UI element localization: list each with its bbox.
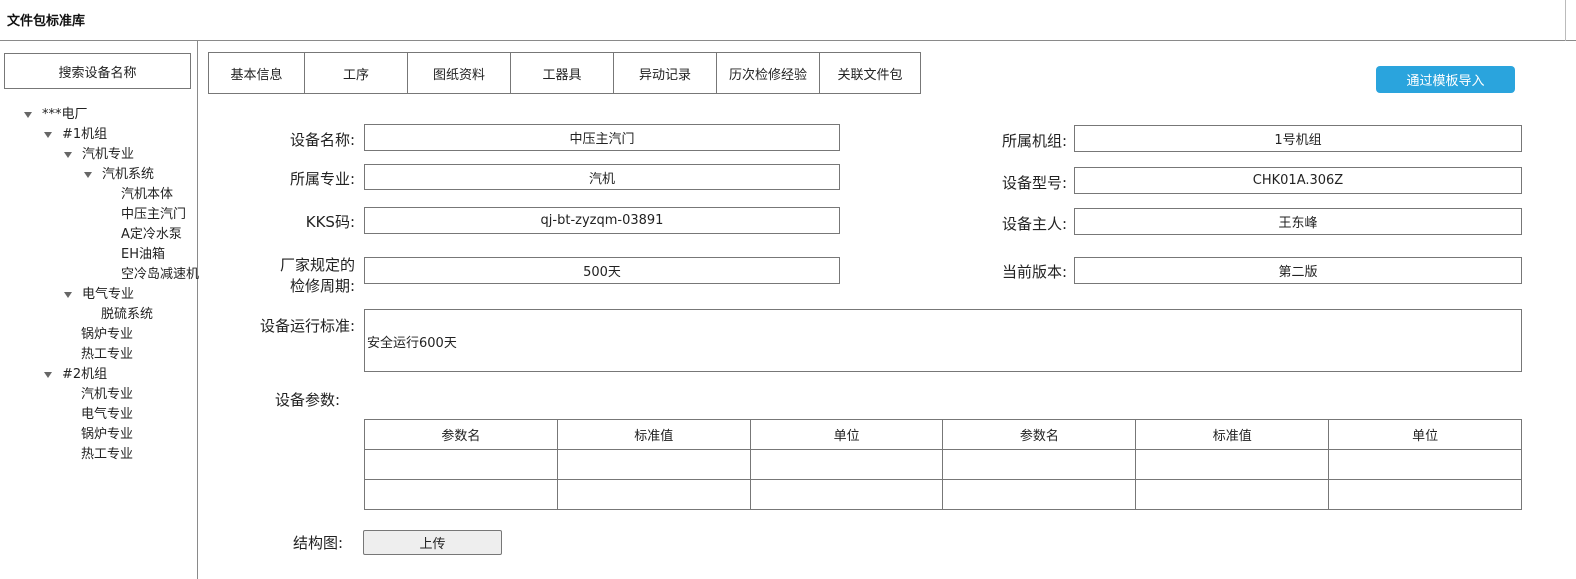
param-name-header: 参数名 — [942, 419, 1137, 450]
standard-label: 设备运行标准: — [259, 317, 355, 335]
upload-button[interactable]: 上传 — [363, 530, 502, 555]
version-label: 当前版本: — [1001, 263, 1067, 281]
table-cell[interactable] — [749, 479, 944, 510]
table-cell[interactable] — [1135, 479, 1330, 510]
tree-node-label: #2机组 — [62, 367, 108, 382]
cycle-label-line1: 厂家规定的 — [279, 256, 355, 274]
table-row — [364, 479, 1522, 510]
caret-down-icon[interactable] — [44, 132, 52, 138]
tab-related-packages[interactable]: 关联文件包 — [819, 52, 921, 94]
specialty-field[interactable]: 汽机 — [364, 164, 840, 190]
param-name-header: 参数名 — [364, 419, 558, 450]
device-name-field[interactable]: 中压主汽门 — [364, 124, 840, 151]
kks-label: KKS码: — [305, 213, 355, 231]
table-cell[interactable] — [1328, 449, 1522, 480]
tree-node-label: #1机组 — [62, 127, 108, 142]
tree-node-electrical-specialty[interactable]: 电气专业 — [64, 285, 134, 305]
version-field[interactable]: 第二版 — [1074, 257, 1522, 284]
model-label: 设备型号: — [1001, 174, 1067, 192]
table-cell[interactable] — [556, 449, 751, 480]
structure-label: 结构图: — [292, 534, 343, 552]
caret-down-icon[interactable] — [64, 292, 72, 298]
standard-value-header: 标准值 — [1135, 419, 1330, 450]
table-cell[interactable] — [364, 479, 558, 510]
caret-down-icon[interactable] — [84, 172, 92, 178]
tree-node-turbine-specialty[interactable]: 汽机专业 — [64, 145, 134, 165]
table-cell[interactable] — [749, 449, 944, 480]
tree-node-label: ***电厂 — [42, 107, 88, 122]
maintenance-cycle-field[interactable]: 500天 — [364, 257, 840, 284]
tree-leaf[interactable]: 锅炉专业 — [81, 425, 133, 445]
tab-maintenance-history[interactable]: 历次检修经验 — [716, 52, 820, 94]
model-field[interactable]: CHK01A.306Z — [1074, 167, 1522, 194]
tree-node-label: 汽机系统 — [102, 167, 155, 182]
tree-leaf[interactable]: 汽机专业 — [81, 385, 133, 405]
table-cell[interactable] — [1135, 449, 1330, 480]
import-from-template-button[interactable]: 通过模板导入 — [1376, 66, 1515, 93]
tab-drawings[interactable]: 图纸资料 — [407, 52, 511, 94]
search-input[interactable]: 搜索设备名称 — [4, 53, 191, 89]
owner-field[interactable]: 王东峰 — [1074, 208, 1522, 235]
tree-leaf[interactable]: A定冷水泵 — [121, 225, 182, 245]
device-name-label: 设备名称: — [289, 131, 355, 149]
tree-leaf[interactable]: EH油箱 — [121, 245, 165, 265]
tree-leaf[interactable]: 汽机本体 — [121, 185, 173, 205]
tab-tools[interactable]: 工器具 — [510, 52, 614, 94]
owner-label: 设备主人: — [1001, 215, 1067, 233]
tree-node-label: 电气专业 — [82, 287, 135, 302]
tree-leaf[interactable]: 脱硫系统 — [101, 305, 153, 325]
unit-label: 所属机组: — [1001, 132, 1067, 150]
specialty-label: 所属专业: — [289, 170, 355, 188]
caret-down-icon[interactable] — [24, 112, 32, 118]
caret-down-icon[interactable] — [64, 152, 72, 158]
cycle-label-line2: 检修周期: — [289, 277, 355, 295]
table-cell[interactable] — [556, 479, 751, 510]
tab-procedure[interactable]: 工序 — [304, 52, 408, 94]
tab-change-log[interactable]: 异动记录 — [613, 52, 717, 94]
table-cell[interactable] — [364, 449, 558, 480]
tree-leaf[interactable]: 热工专业 — [81, 445, 133, 465]
caret-down-icon[interactable] — [44, 372, 52, 378]
params-label: 设备参数: — [274, 391, 340, 409]
tree-node-plant[interactable]: ***电厂 — [24, 105, 88, 125]
window-edge — [1565, 0, 1566, 41]
sidebar: 搜索设备名称 ***电厂 #1机组 汽机专业 汽机系统 汽机本体 中压主汽门 A… — [0, 41, 199, 579]
table-cell[interactable] — [942, 479, 1137, 510]
tree-leaf[interactable]: 电气专业 — [81, 405, 133, 425]
table-cell[interactable] — [942, 449, 1137, 480]
title-bar: 文件包标准库 — [0, 0, 1576, 41]
tree-node-turbine-system[interactable]: 汽机系统 — [84, 165, 154, 185]
tree-leaf[interactable]: 热工专业 — [81, 345, 133, 365]
tree-node-unit-2[interactable]: #2机组 — [44, 365, 107, 385]
standard-value-header: 标准值 — [556, 419, 751, 450]
tab-bar: 基本信息 工序 图纸资料 工器具 异动记录 历次检修经验 关联文件包 — [208, 52, 921, 94]
tree-leaf[interactable]: 中压主汽门 — [121, 205, 186, 225]
standard-textarea[interactable]: 安全运行600天 — [364, 309, 1522, 372]
unit-header: 单位 — [1328, 419, 1522, 450]
kks-field[interactable]: qj-bt-zyzqm-03891 — [364, 207, 840, 234]
table-cell[interactable] — [1328, 479, 1522, 510]
tab-basic-info[interactable]: 基本信息 — [208, 52, 305, 94]
unit-header: 单位 — [749, 419, 944, 450]
app-title: 文件包标准库 — [7, 14, 86, 29]
params-table: 参数名 标准值 单位 参数名 标准值 单位 — [364, 419, 1522, 510]
tree-leaf[interactable]: 空冷岛减速机 — [121, 265, 199, 285]
table-row — [364, 449, 1522, 480]
unit-field[interactable]: 1号机组 — [1074, 125, 1522, 152]
tree-node-label: 汽机专业 — [82, 147, 135, 162]
tree-node-unit-1[interactable]: #1机组 — [44, 125, 107, 145]
params-header-row: 参数名 标准值 单位 参数名 标准值 单位 — [364, 419, 1522, 450]
tree-leaf[interactable]: 锅炉专业 — [81, 325, 133, 345]
